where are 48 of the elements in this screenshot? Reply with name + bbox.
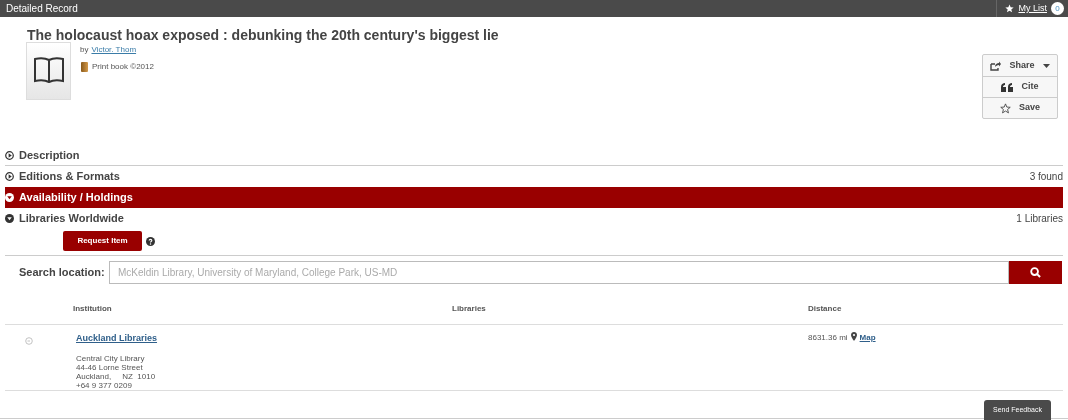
cite-button[interactable]: Cite bbox=[983, 76, 1057, 97]
expand-icon bbox=[5, 214, 14, 223]
column-header: Libraries bbox=[452, 303, 486, 313]
search-label: Search location: bbox=[19, 264, 106, 280]
save-button[interactable]: Save bbox=[983, 97, 1057, 118]
expand-icon bbox=[5, 193, 14, 202]
star-icon bbox=[1000, 102, 1011, 114]
section-header[interactable]: Editions & Formats 3 found bbox=[5, 166, 1063, 187]
institution-link[interactable]: Auckland Libraries bbox=[76, 332, 158, 346]
distance-text: 8631.36 mi bbox=[808, 332, 848, 344]
address-line: Auckland, NZ 1010 bbox=[76, 371, 156, 381]
result-count: 3 found bbox=[1029, 170, 1063, 184]
map-link[interactable]: Map bbox=[859, 332, 876, 344]
collapse-icon bbox=[5, 172, 14, 181]
count-badge: 0 bbox=[1051, 2, 1064, 15]
author-link[interactable]: Victor. Thom bbox=[91, 44, 137, 56]
share-icon bbox=[990, 60, 1002, 71]
result-count: 1 Libraries bbox=[1016, 212, 1063, 226]
search-icon bbox=[1030, 266, 1041, 278]
section-header[interactable]: Availability / Holdings bbox=[5, 187, 1063, 208]
format-text: Print book ©2012 bbox=[92, 61, 154, 73]
section-header[interactable]: Libraries Worldwide 1 Libraries bbox=[5, 208, 1063, 229]
caret-icon bbox=[1042, 63, 1050, 68]
my-list-link[interactable]: My List bbox=[1018, 1, 1047, 16]
help-icon[interactable] bbox=[146, 236, 155, 246]
book-icon bbox=[32, 57, 65, 84]
address-line: +64 9 377 0209 bbox=[76, 380, 132, 390]
section-header[interactable]: Description bbox=[5, 145, 1063, 166]
book-icon bbox=[81, 62, 88, 72]
star-icon bbox=[1005, 4, 1015, 13]
address-line: Central City Library bbox=[76, 353, 145, 363]
page-title: Detailed Record bbox=[6, 2, 78, 16]
column-header: Distance bbox=[808, 303, 842, 313]
record-title: The holocaust hoax exposed : debunking the 20th century's biggest lie bbox=[27, 26, 499, 45]
section-title: Editions & Formats bbox=[19, 169, 120, 185]
column-header: Institution bbox=[73, 303, 112, 313]
section-title: Description bbox=[19, 147, 80, 163]
share-button[interactable]: Share bbox=[983, 55, 1057, 76]
section-title: Libraries Worldwide bbox=[19, 211, 124, 227]
section-title: Availability / Holdings bbox=[19, 190, 133, 206]
search-button[interactable] bbox=[1009, 260, 1062, 284]
quote-icon bbox=[1001, 82, 1014, 92]
map-pin-icon bbox=[850, 332, 857, 341]
by-label: by bbox=[80, 44, 89, 56]
request-item-button[interactable]: Request Item bbox=[63, 231, 142, 251]
search-field[interactable]: McKeldin Library, University of Maryland, College Park, US-MD bbox=[109, 260, 1009, 284]
address-line: 44-46 Lorne Street bbox=[76, 362, 143, 372]
collapse-icon bbox=[5, 150, 14, 160]
